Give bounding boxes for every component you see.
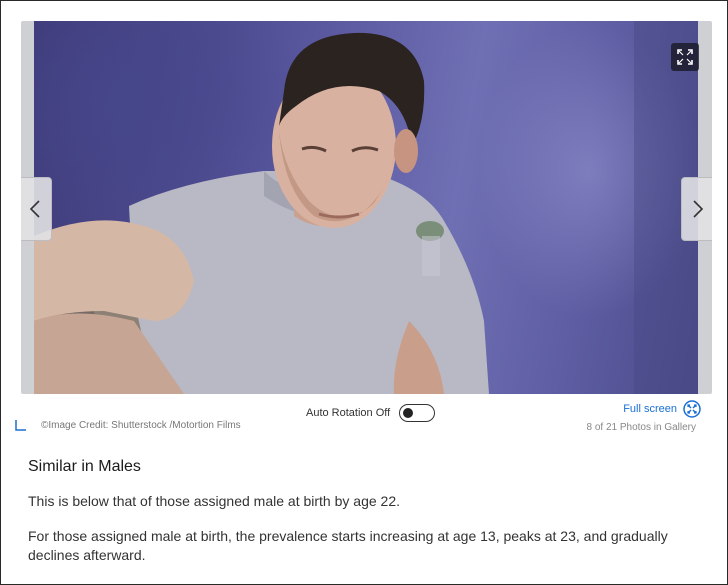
auto-rotation-toggle[interactable] <box>399 404 436 422</box>
fullscreen-link[interactable]: Full screen <box>623 400 701 418</box>
gallery-count: 8 of 21 Photos in Gallery <box>586 422 696 433</box>
auto-rotation-control: Auto Rotation Off <box>306 403 436 423</box>
paragraph-2: For those assigned male at birth, the pr… <box>28 528 668 563</box>
fullscreen-icon <box>683 400 701 418</box>
photo-illustration <box>34 21 698 394</box>
image-credit: ©Image Credit: Shutterstock /Motortion F… <box>41 419 241 431</box>
photo-gallery <box>21 21 712 394</box>
expand-icon <box>677 49 693 65</box>
gallery-photo[interactable] <box>34 21 698 394</box>
chevron-right-icon <box>693 200 704 218</box>
paragraph-1: This is below that of those assigned mal… <box>28 493 400 509</box>
toggle-knob <box>403 407 414 418</box>
page-frame: Auto Rotation Off Full screen ©Image Cre… <box>0 0 728 585</box>
next-photo-button[interactable] <box>681 177 712 241</box>
previous-photo-button[interactable] <box>21 177 52 241</box>
chevron-left-icon <box>29 200 40 218</box>
corner-bracket-icon <box>15 420 26 431</box>
section-heading: Similar in Males <box>28 458 141 475</box>
fullscreen-label: Full screen <box>623 403 677 415</box>
credit-row: ©Image Credit: Shutterstock /Motortion F… <box>15 419 241 431</box>
auto-rotation-label: Auto Rotation Off <box>306 407 391 419</box>
fullscreen-overlay-button[interactable] <box>671 43 699 71</box>
